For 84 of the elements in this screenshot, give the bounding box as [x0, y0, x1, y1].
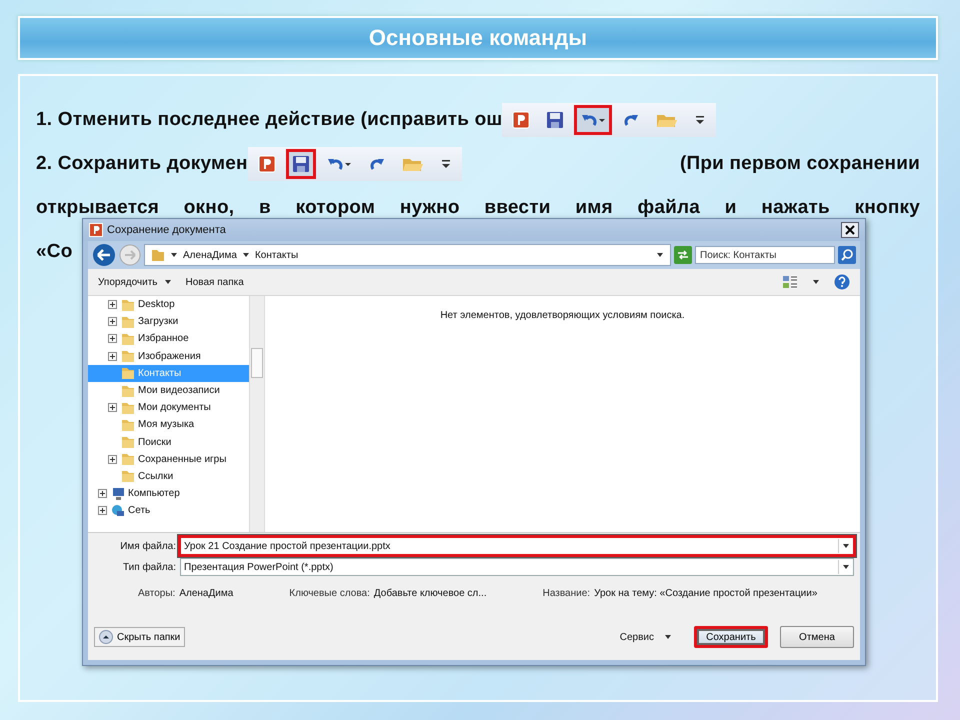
- meta-label: Ключевые слова:: [289, 588, 370, 599]
- hide-folders-button[interactable]: Скрыть папки: [94, 627, 186, 647]
- dialog-title: Сохранение документа: [107, 224, 226, 236]
- app-icon: [258, 155, 276, 173]
- tools-menu[interactable]: Сервис: [620, 632, 672, 642]
- folder-item[interactable]: Desktop: [88, 296, 249, 314]
- slide-title: Основные команды: [368, 25, 588, 51]
- undo-tool-button[interactable]: [574, 105, 612, 135]
- instruction-text: 1. Отменить последнее действие (исправить ош: [36, 109, 502, 131]
- caret-icon[interactable]: [812, 278, 820, 286]
- app-icon: [512, 111, 530, 129]
- folder-item[interactable]: Поиски: [88, 434, 249, 451]
- caret-icon[interactable]: [842, 563, 850, 571]
- view-options-icon[interactable]: [782, 275, 798, 289]
- meta-label: Авторы:: [138, 588, 176, 599]
- folder-icon: [121, 298, 135, 312]
- folder-icon: [121, 384, 135, 398]
- folder-icon: [121, 349, 135, 364]
- field-label: Имя файла:: [119, 540, 176, 552]
- floppy-icon: [292, 155, 310, 173]
- breadcrumb[interactable]: Контакты: [254, 250, 298, 260]
- dialog-button[interactable]: Сохранить: [694, 626, 768, 648]
- search-field[interactable]: Поиск: Контакты: [695, 246, 835, 264]
- expand-icon[interactable]: [108, 300, 117, 310]
- expand-icon[interactable]: [108, 403, 117, 412]
- folder-item[interactable]: Загрузки: [88, 313, 249, 330]
- scrollbar[interactable]: [249, 296, 264, 532]
- field-label: Тип файла:: [122, 562, 176, 572]
- help-icon[interactable]: [834, 274, 850, 290]
- folder-icon: [121, 452, 135, 466]
- tree-item[interactable]: Сеть: [88, 502, 249, 520]
- expand-icon[interactable]: [108, 454, 117, 464]
- floppy-icon: [546, 111, 564, 129]
- folder-icon: [151, 248, 165, 262]
- close-button[interactable]: [841, 222, 859, 238]
- meta-value[interactable]: Урок на тему: «Создание простой презентации»: [594, 588, 818, 599]
- address-bar[interactable]: АленаДима Контакты: [144, 244, 671, 266]
- folder-icon: [121, 400, 135, 415]
- back-button-icon[interactable]: [92, 243, 116, 267]
- folder-icon: [121, 332, 135, 346]
- filename-field[interactable]: Урок 21 Создание простой презентации.pptx: [178, 535, 856, 557]
- folder-item[interactable]: Ссылки: [88, 468, 249, 486]
- folder-icon: [121, 418, 135, 432]
- dialog-button[interactable]: Отмена: [780, 626, 854, 648]
- tree-item[interactable]: Компьютер: [88, 485, 249, 502]
- caret-icon[interactable]: [842, 542, 850, 550]
- monitor-icon: [111, 486, 125, 501]
- folder-icon: [121, 314, 135, 329]
- app-icon: [89, 223, 103, 237]
- instruction-text: «Со: [36, 241, 72, 263]
- expand-icon[interactable]: [108, 334, 117, 344]
- breadcrumb[interactable]: АленаДима: [183, 250, 237, 260]
- folder-item[interactable]: Моя музыка: [88, 416, 249, 434]
- filename-field[interactable]: Презентация PowerPoint (*.pptx): [180, 558, 854, 576]
- folder-item[interactable]: Избранное: [88, 330, 249, 348]
- command-menu[interactable]: Новая папка: [186, 276, 244, 288]
- save-tool-button[interactable]: [286, 149, 316, 179]
- instruction-text: открывается окно, в котором нужно ввести имя файла и нажать кнопку: [36, 196, 920, 220]
- empty-message: Нет элементов, удовлетворяющих условиям поиска.: [440, 310, 685, 322]
- search-icon[interactable]: [838, 246, 856, 264]
- command-menu[interactable]: Упорядочить: [98, 276, 172, 288]
- caret-icon: [656, 251, 664, 259]
- meta-label: Название:: [542, 588, 590, 599]
- folder-item[interactable]: Изображения: [88, 348, 249, 365]
- meta-value[interactable]: АленаДима: [179, 588, 234, 599]
- expand-icon[interactable]: [108, 352, 117, 361]
- meta-value[interactable]: Добавьте ключевое сл...: [374, 588, 487, 599]
- instruction-text: 2. Сохранить докумен: [36, 153, 248, 175]
- folder-item[interactable]: Мои видеозаписи: [88, 382, 249, 400]
- folder-icon: [121, 366, 135, 380]
- folder-item[interactable]: Мои документы: [88, 399, 249, 416]
- folder-icon: [121, 469, 135, 484]
- expand-icon[interactable]: [98, 506, 107, 516]
- caret-icon: [242, 251, 250, 259]
- folder-icon: [121, 435, 135, 450]
- expand-icon[interactable]: [108, 317, 117, 326]
- instruction-text: (При первом сохранении: [680, 153, 920, 175]
- globe-icon: [111, 504, 125, 518]
- refresh-icon[interactable]: [674, 246, 692, 264]
- caret-icon: [164, 278, 172, 286]
- caret-icon: [664, 633, 672, 641]
- expand-icon[interactable]: [98, 489, 107, 498]
- folder-item[interactable]: Сохраненные игры: [88, 450, 249, 468]
- caret-icon: [170, 251, 178, 259]
